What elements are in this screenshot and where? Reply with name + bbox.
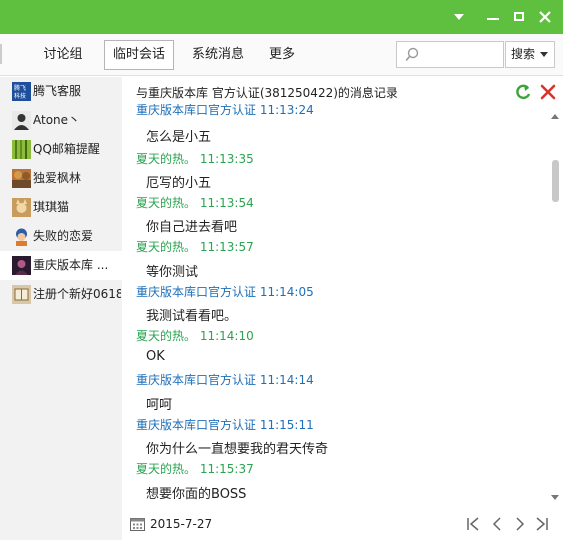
tab-discussion-group[interactable]: 讨论组 [34, 40, 92, 70]
first-page-icon[interactable] [464, 515, 482, 533]
previous-page-icon[interactable] [488, 515, 506, 533]
history-date[interactable]: 2015-7-27 [150, 508, 212, 540]
person-avatar [12, 111, 31, 130]
contact-item[interactable]: 注册个新好0618 [0, 280, 122, 309]
message-sender-line: 重庆版本库口官方认证 11:13:24 [136, 104, 314, 117]
tab-temporary-session[interactable]: 临时会话 [104, 40, 174, 70]
title-bar [0, 0, 563, 34]
contact-item[interactable]: 独爱枫林 [0, 164, 122, 193]
contact-name: 琪琪猫 [33, 200, 70, 214]
refresh-icon[interactable] [514, 83, 532, 101]
contact-name: 独爱枫林 [33, 171, 82, 185]
scroll-down-arrow[interactable] [551, 495, 559, 500]
message-text: 厄写的小五 [146, 176, 212, 191]
scrollbar-thumb[interactable] [552, 160, 559, 202]
search-button[interactable]: 搜索 [505, 41, 555, 68]
contact-name: 失败的恋爱 [33, 229, 94, 243]
contact-item-selected[interactable]: 重庆版本库 ... [0, 251, 122, 280]
contact-item[interactable]: QQ邮箱提醒 [0, 135, 122, 164]
message-sender-line: 夏天的热。 11:13:57 [136, 240, 254, 254]
message-sender-line: 夏天的热。 11:15:37 [136, 462, 254, 476]
last-page-icon[interactable] [533, 515, 551, 533]
message-sender-line: 重庆版本库口官方认证 11:14:05 [136, 285, 314, 299]
message-text: 呵呵 [146, 398, 173, 413]
footer-bar: 2015-7-27 [122, 508, 563, 540]
search-button-label: 搜索 [511, 47, 536, 61]
svg-text:腾飞: 腾飞 [14, 84, 26, 92]
dark-avatar [12, 256, 31, 275]
svg-text:科技: 科技 [14, 92, 26, 100]
toolbar-edge [0, 44, 2, 64]
maximize-icon[interactable] [508, 6, 530, 28]
contact-item[interactable]: 失败的恋爱 [0, 222, 122, 251]
message-text: 想要你面的BOSS [146, 487, 247, 502]
close-window-icon[interactable] [534, 6, 556, 28]
message-text: 你为什么一直想要我的君天传奇 [146, 442, 329, 457]
toolbar: 讨论组 临时会话 系统消息 更多 搜索 [0, 34, 563, 76]
calendar-icon[interactable] [130, 517, 145, 531]
search-input[interactable] [396, 41, 504, 68]
chevron-down-icon [540, 52, 548, 57]
message-sender-line: 夏天的热。 11:14:10 [136, 329, 254, 343]
message-sender-line: 夏天的热。 11:13:35 [136, 152, 254, 166]
autumn-forest-avatar [12, 169, 31, 188]
minimize-icon[interactable] [482, 6, 504, 28]
cartoon-avatar [12, 227, 31, 246]
contact-name: 腾飞客服 [33, 84, 82, 98]
dropdown-menu-icon[interactable] [448, 6, 470, 28]
next-page-icon[interactable] [511, 515, 529, 533]
tab-system-messages[interactable]: 系统消息 [184, 40, 252, 70]
message-history: 重庆版本库口官方认证 11:13:24 怎么是小五 夏天的热。 11:13:35… [122, 104, 550, 508]
history-title: 与重庆版本库 官方认证(381250422)的消息记录 [136, 86, 398, 100]
message-text: 你自己进去看吧 [146, 220, 238, 235]
message-sender-line: 夏天的热。 11:13:54 [136, 196, 254, 210]
message-text: 我测试看看吧。 [146, 309, 238, 324]
contact-item[interactable]: Atone丶 [0, 106, 122, 135]
message-text: 等你测试 [146, 265, 199, 280]
contact-item[interactable]: 琪琪猫 [0, 193, 122, 222]
contact-name: QQ邮箱提醒 [33, 142, 100, 156]
tab-more[interactable]: 更多 [260, 40, 304, 70]
message-sender-line: 重庆版本库口官方认证 11:15:11 [136, 418, 314, 432]
search-icon [405, 47, 419, 62]
contact-name: 重庆版本库 ... [33, 258, 109, 272]
contact-name: Atone丶 [33, 113, 81, 127]
cat-avatar [12, 198, 31, 217]
contact-name: 注册个新好0618 [33, 287, 121, 301]
book-avatar [12, 285, 31, 304]
bamboo-avatar [12, 140, 31, 159]
contact-item[interactable]: 腾飞 科技 腾飞客服 [0, 77, 122, 106]
contact-list: 腾飞科技 腾飞客服 Atone丶 QQ邮箱提醒 独爱枫林 琪琪猫 失败的恋爱 [0, 77, 122, 540]
close-icon[interactable] [539, 83, 557, 101]
message-text: 怎么是小五 [146, 130, 212, 145]
tengfei-logo-avatar: 腾飞科技 [12, 82, 31, 101]
scroll-up-arrow[interactable] [551, 114, 559, 119]
message-sender-line: 重庆版本库口官方认证 11:14:14 [136, 373, 314, 387]
message-text: OK [146, 349, 165, 364]
